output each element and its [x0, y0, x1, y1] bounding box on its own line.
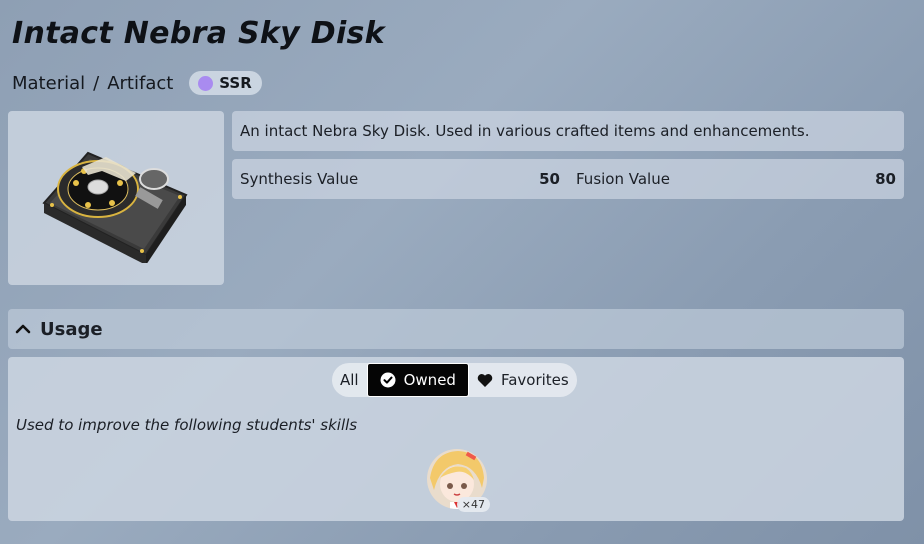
item-description: An intact Nebra Sky Disk. Used in variou…: [232, 111, 904, 151]
stat-synthesis: Synthesis Value 50: [232, 170, 568, 188]
hard-drive-icon: [42, 151, 188, 263]
filter-favorites-button[interactable]: Favorites: [469, 363, 577, 397]
usage-hint: Used to improve the following students' …: [16, 416, 358, 434]
item-stats: Synthesis Value 50 Fusion Value 80: [232, 159, 904, 199]
filter-label: Favorites: [500, 371, 569, 389]
filter-owned-button[interactable]: Owned: [366, 363, 469, 397]
rarity-badge: SSR: [189, 71, 262, 95]
student-item-count: ×47: [456, 497, 490, 512]
stat-label: Synthesis Value: [240, 170, 359, 188]
stat-label: Fusion Value: [576, 170, 670, 188]
rarity-label: SSR: [219, 74, 252, 92]
item-image-card: [8, 111, 224, 285]
chevron-up-icon: [15, 324, 31, 334]
usage-filter-group: All Owned Favorites: [332, 363, 577, 397]
stat-fusion: Fusion Value 80: [568, 170, 904, 188]
stat-value: 50: [539, 170, 560, 188]
usage-panel: All Owned Favorites Used to improve the …: [8, 357, 904, 521]
usage-title: Usage: [40, 318, 103, 340]
usage-section-toggle[interactable]: Usage: [8, 309, 904, 349]
filter-label: All: [340, 371, 359, 389]
check-circle-icon: [380, 372, 396, 388]
breadcrumb: Material / Artifact SSR: [12, 70, 262, 96]
filter-label: Owned: [403, 371, 456, 389]
heart-icon: [477, 373, 493, 387]
breadcrumb-subcategory: Artifact: [107, 72, 174, 94]
student-avatar[interactable]: ×47: [426, 448, 490, 512]
breadcrumb-category: Material: [12, 72, 86, 94]
stat-value: 80: [875, 170, 896, 188]
page-title: Intact Nebra Sky Disk: [12, 16, 385, 51]
breadcrumb-separator: /: [93, 72, 100, 94]
filter-all-button[interactable]: All: [332, 363, 367, 397]
rarity-dot-icon: [198, 75, 214, 91]
